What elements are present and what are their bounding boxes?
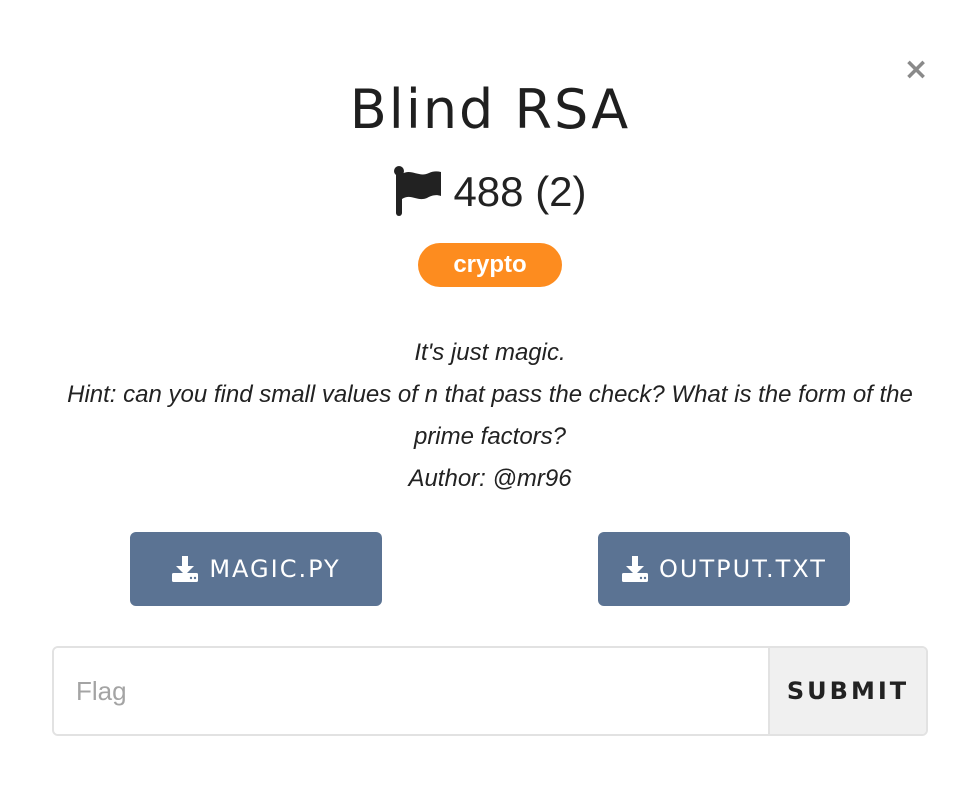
description-hint: Hint: can you find small values of n tha… — [67, 381, 913, 450]
download-icon — [171, 555, 199, 583]
submit-button[interactable]: SUBMIT — [768, 648, 926, 734]
challenge-modal: × Blind RSA 488 (2) crypto It's just mag… — [0, 0, 980, 808]
challenge-score: 488 (2) — [453, 168, 587, 215]
file-label: OUTPUT.TXT — [659, 555, 827, 583]
score-row: 488 (2) — [0, 166, 980, 218]
description-author: Author: @mr96 — [408, 465, 572, 492]
download-output-txt-button[interactable]: OUTPUT.TXT — [598, 532, 850, 606]
download-magic-py-button[interactable]: MAGIC.PY — [130, 532, 382, 606]
download-icon — [621, 555, 649, 583]
challenge-title: Blind RSA — [349, 78, 631, 141]
flag-submit-form: SUBMIT — [52, 646, 928, 736]
challenge-description: It's just magic. Hint: can you find smal… — [56, 332, 924, 500]
category-badge: crypto — [418, 243, 562, 287]
file-label: MAGIC.PY — [209, 555, 341, 583]
flag-input[interactable] — [54, 648, 768, 734]
flag-icon — [393, 166, 443, 218]
description-line: It's just magic. — [414, 339, 566, 366]
